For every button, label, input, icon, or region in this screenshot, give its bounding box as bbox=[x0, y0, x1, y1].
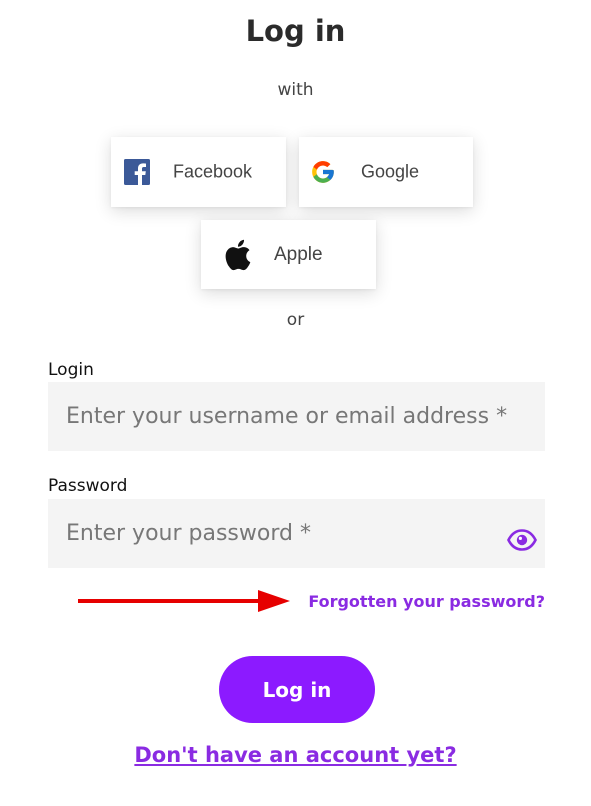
arrow-right-icon bbox=[78, 590, 290, 612]
login-field-label: Login bbox=[48, 360, 94, 380]
page-title: Log in bbox=[245, 14, 346, 48]
apple-login-button[interactable]: Apple bbox=[201, 220, 376, 289]
or-divider-label: or bbox=[286, 310, 305, 330]
google-icon bbox=[312, 161, 334, 183]
login-input[interactable] bbox=[48, 382, 545, 451]
facebook-label: Facebook bbox=[173, 161, 253, 182]
facebook-login-button[interactable]: Facebook bbox=[111, 137, 286, 207]
signup-link[interactable]: Don't have an account yet? bbox=[0, 743, 591, 767]
password-field-label: Password bbox=[48, 476, 128, 496]
eye-icon[interactable] bbox=[507, 528, 537, 552]
google-label: Google bbox=[361, 161, 420, 182]
password-input[interactable] bbox=[48, 499, 545, 568]
login-button[interactable]: Log in bbox=[219, 656, 375, 723]
facebook-icon bbox=[124, 159, 150, 185]
google-login-button[interactable]: Google bbox=[299, 137, 473, 207]
with-label: with bbox=[277, 80, 314, 100]
forgot-password-link[interactable]: Forgotten your password? bbox=[308, 592, 545, 611]
apple-label: Apple bbox=[274, 243, 323, 265]
apple-icon bbox=[225, 239, 251, 270]
